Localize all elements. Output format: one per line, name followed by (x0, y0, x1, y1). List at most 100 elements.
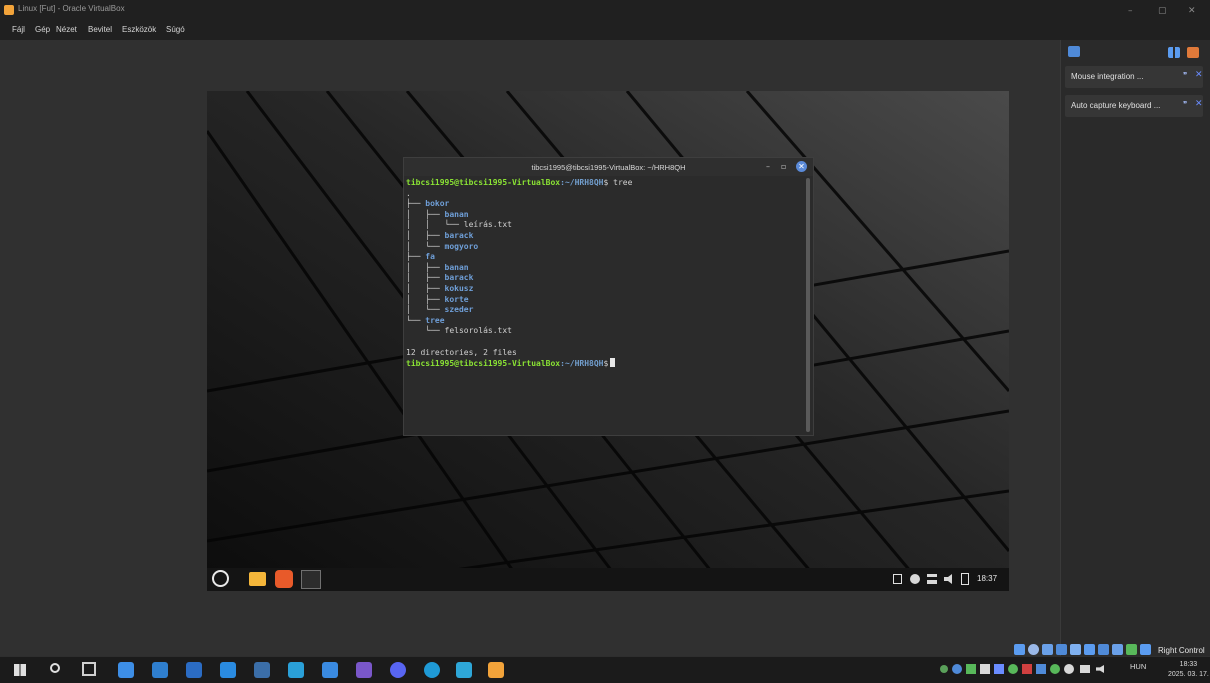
start-icon[interactable] (14, 664, 26, 676)
tree-branch: │ ├── (406, 273, 445, 283)
clipboard-icon[interactable] (893, 574, 902, 584)
tree-branch: │ ├── (406, 284, 445, 293)
notification-mouse-integration[interactable]: Mouse integration ... ❞ ✕ (1065, 66, 1203, 88)
recording-icon[interactable] (1112, 644, 1123, 655)
speaker-icon[interactable] (1096, 665, 1104, 673)
store-icon[interactable] (152, 662, 168, 678)
pin-icon[interactable] (1187, 47, 1199, 58)
network-adapter-icon[interactable] (1056, 644, 1067, 655)
tray-app-icon[interactable] (952, 664, 962, 674)
minimize-icon[interactable]: – (766, 162, 770, 171)
wifi-icon[interactable] (1080, 665, 1090, 673)
vscode-icon[interactable] (220, 662, 236, 678)
tree-line: ├── bokor (406, 199, 449, 210)
menu-file[interactable]: Fájl (12, 25, 25, 34)
visual-studio-icon[interactable] (356, 662, 372, 678)
menubar: Fájl Gép Nézet Bevitel Eszközök Súgó (0, 22, 1210, 40)
terminal-window[interactable]: tibcsi1995@tibcsi1995-VirtualBox: ~/HRH8… (403, 157, 814, 436)
usb-icon[interactable] (1070, 644, 1081, 655)
tray-app-icon[interactable] (966, 664, 976, 674)
menu-input[interactable]: Bevitel (88, 25, 112, 34)
edge-icon[interactable] (424, 662, 440, 678)
tray-app-icon[interactable] (1008, 664, 1018, 674)
tray-app-icon[interactable] (980, 664, 990, 674)
notification-auto-capture-keyboard[interactable]: Auto capture keyboard ... ❞ ✕ (1065, 95, 1203, 117)
info-icon[interactable]: ❞ (1183, 100, 1187, 109)
firefox-icon[interactable] (275, 570, 293, 588)
display-icon[interactable] (1098, 644, 1109, 655)
app-icon[interactable] (322, 662, 338, 678)
tree-line: │ ├── barack (406, 231, 473, 242)
virtualbox-icon (4, 5, 14, 15)
directory-name: szeder (444, 305, 474, 315)
system-clock[interactable]: 18:33 2025. 03. 17. (1168, 660, 1209, 680)
folder-icon[interactable] (249, 572, 266, 586)
skype-icon[interactable] (288, 662, 304, 678)
menu-help[interactable]: Súgó (166, 25, 185, 34)
shared-folders-icon[interactable] (1084, 644, 1095, 655)
menu-machine[interactable]: Gép (35, 25, 50, 34)
menu-view[interactable]: Nézet (56, 25, 77, 34)
cpu-icon[interactable] (1126, 644, 1137, 655)
tree-line: │ └── mogyoro (406, 242, 478, 253)
guest-desktop[interactable]: tibcsi1995@tibcsi1995-VirtualBox: ~/HRH8… (207, 91, 1009, 591)
minimize-button[interactable]: – (1128, 6, 1133, 16)
directory-name: fa (425, 252, 435, 262)
directory-name: korte (444, 294, 469, 304)
clock-time: 18:33 (1179, 661, 1198, 668)
dismiss-icon[interactable]: ✕ (1195, 99, 1203, 109)
file-name: leírás.txt (463, 220, 512, 230)
terminal-output[interactable]: tibcsi1995@tibcsi1995-VirtualBox :~/HRH8Q… (404, 176, 804, 434)
terminal-icon[interactable] (301, 570, 321, 589)
battery-icon[interactable] (961, 573, 969, 585)
prompt-user: tibcsi1995@tibcsi1995-VirtualBox (406, 178, 561, 187)
directory-name: barack (444, 231, 474, 240)
virtualbox-taskbar-icon[interactable] (254, 662, 270, 678)
tree-line: └── tree (406, 316, 445, 327)
prompt-path: :~/HRH8QH (560, 359, 604, 369)
terminal-scrollbar[interactable] (806, 178, 810, 432)
close-button[interactable]: ✕ (1188, 6, 1196, 16)
mouse-integration-icon[interactable] (1140, 644, 1151, 655)
tray-app-icon[interactable] (1050, 664, 1060, 674)
tree-branch: └── (406, 326, 445, 336)
maximize-icon[interactable]: ▫ (781, 162, 786, 171)
guest-clock[interactable]: 18:37 (977, 574, 997, 583)
tree-branch: ├── (406, 199, 426, 209)
network-icon[interactable] (927, 574, 937, 584)
menu-tools[interactable]: Eszközök (122, 25, 156, 34)
terminal-titlebar[interactable]: tibcsi1995@tibcsi1995-VirtualBox: ~/HRH8… (404, 158, 813, 176)
optical-drive-icon[interactable] (1028, 644, 1039, 655)
taskbar: HUN 18:33 2025. 03. 17. (0, 656, 1210, 683)
list-icon[interactable] (1168, 47, 1180, 58)
maximize-button[interactable]: ▢ (1158, 6, 1167, 16)
directory-name: mogyoro (444, 241, 479, 251)
tray-app-icon[interactable] (1036, 664, 1046, 674)
tray-app-icon[interactable] (1022, 664, 1032, 674)
text-cursor (610, 358, 616, 368)
discord-icon[interactable] (390, 662, 406, 678)
tray-app-icon[interactable] (1064, 664, 1074, 674)
language-indicator[interactable]: HUN (1130, 662, 1146, 671)
mint-menu-icon[interactable] (212, 570, 229, 587)
shield-icon[interactable] (910, 574, 920, 584)
file-manager-icon[interactable] (456, 662, 472, 678)
host-key-label[interactable]: Right Control (1158, 646, 1205, 655)
tree-summary: 12 directories, 2 files (406, 347, 517, 357)
search-icon[interactable] (50, 663, 60, 673)
hard-disk-icon[interactable] (1014, 644, 1025, 655)
volume-icon[interactable] (944, 574, 952, 584)
dismiss-icon[interactable]: ✕ (1195, 70, 1203, 80)
tray-app-icon[interactable] (994, 664, 1004, 674)
word-icon[interactable] (186, 662, 202, 678)
directory-name: barack (444, 273, 474, 283)
task-view-icon[interactable] (82, 662, 96, 676)
steam-icon[interactable] (118, 662, 134, 678)
audio-icon[interactable] (1042, 644, 1053, 655)
tree-branch: │ ├── (406, 231, 445, 240)
tray-status-icon[interactable] (940, 665, 948, 673)
virtualbox-app-icon[interactable] (488, 662, 504, 678)
close-icon[interactable]: ✕ (796, 161, 807, 172)
message-icon[interactable] (1068, 46, 1080, 57)
info-icon[interactable]: ❞ (1183, 71, 1187, 80)
